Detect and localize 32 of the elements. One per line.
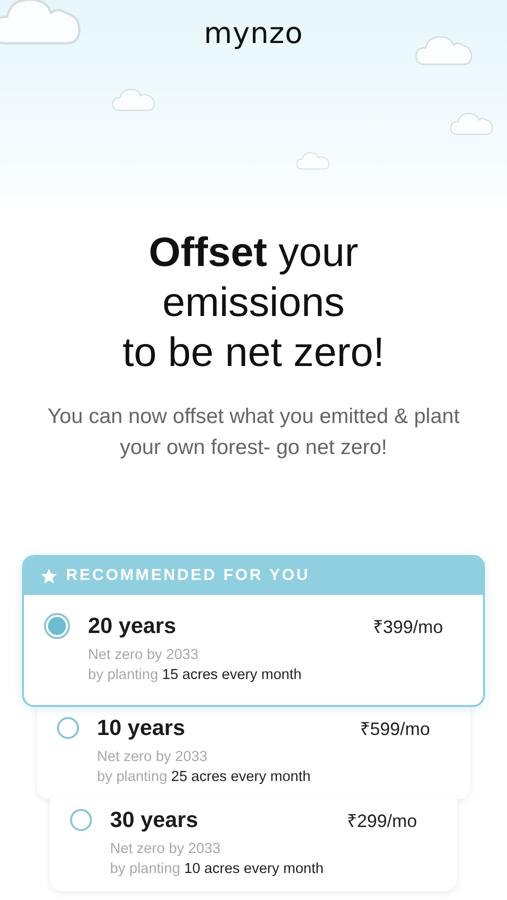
cloud-icon [450,110,494,136]
logo: mynzo [204,16,304,52]
plan-card[interactable]: RECOMMENDED FOR YOU 20 years ₹399/mo Net zero by 2033 by planting 15 acres every month [22,555,485,707]
plan-duration: 10 years [97,715,186,741]
recommended-label: RECOMMENDED FOR YOU [66,567,310,585]
headline: emissions [162,278,345,327]
net-zero-text: Net zero by 2033 [110,841,222,857]
planting-amount: 15 acres every month [162,667,302,683]
planting-label: by planting [110,861,180,877]
planting-amount: 10 acres every month [184,861,324,877]
plan-price: ₹299/mo [346,810,417,832]
plan-duration: 30 years [110,807,198,833]
cloud-icon [112,86,156,112]
net-zero-text: Net zero by 2033 [97,749,208,765]
star-icon [40,567,58,585]
radio-button[interactable] [57,717,79,739]
cloud-icon [0,0,82,46]
subtitle: You can now offset what you emitted & plant your own forest- go net zero! [46,404,461,461]
radio-button[interactable] [70,809,92,831]
planting-label: by planting [97,769,168,785]
plan-duration: 20 years [88,613,176,639]
headline: to be net zero! [122,328,385,377]
plan-card[interactable]: 10 years ₹599/mo Net zero by 2033 by planting 25 acres every month [37,705,470,799]
planting-label: by planting [88,667,158,683]
cloud-icon [296,150,330,170]
plan-price: ₹399/mo [372,616,443,638]
plan-card[interactable]: 30 years ₹299/mo Net zero by 2033 by planting 10 acres every month [50,797,457,891]
radio-button[interactable] [44,613,70,639]
net-zero-text: Net zero by 2033 [88,647,200,663]
plan-price: ₹599/mo [360,718,430,740]
headline: Offset your [148,228,358,277]
planting-amount: 25 acres every month [171,769,311,785]
